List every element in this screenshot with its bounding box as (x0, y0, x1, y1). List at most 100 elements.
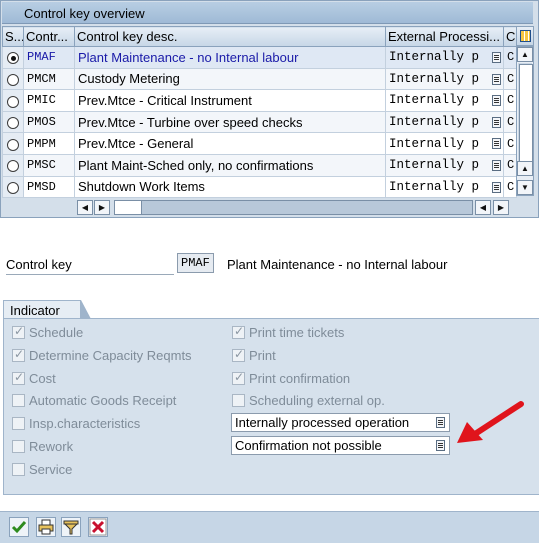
column-header-description[interactable]: Control key desc. (74, 26, 386, 47)
dropdown-icon[interactable] (436, 440, 445, 451)
dropdown-icon[interactable] (436, 417, 445, 428)
checkbox-cost[interactable]: Cost (12, 370, 56, 387)
row-radio[interactable] (7, 73, 19, 86)
column-header-confirmation[interactable]: C (503, 26, 517, 47)
confirmation-cell[interactable]: C (503, 46, 517, 69)
row-radio[interactable] (7, 138, 19, 151)
table-row[interactable]: PMAF Plant Maintenance - no Internal lab… (2, 46, 517, 69)
confirmation-cell[interactable]: C (503, 110, 517, 134)
confirmation-cell[interactable]: C (503, 175, 517, 199)
print-button[interactable] (36, 517, 56, 537)
checkbox-box[interactable] (12, 347, 25, 362)
scroll-track[interactable] (518, 63, 533, 175)
control-key-cell[interactable]: PMIC (23, 89, 75, 112)
external-processing-cell[interactable]: Internally p (385, 67, 504, 91)
column-header-select[interactable]: S... (2, 26, 24, 47)
table-row[interactable]: PMPM Prev.Mtce - General Internally p C (2, 132, 517, 155)
column-header-external-processing[interactable]: External Processi... (385, 26, 504, 47)
confirmation-cell[interactable]: C (503, 153, 517, 177)
scroll-left-fixed-button[interactable]: ◀ (77, 200, 93, 215)
external-processing-cell[interactable]: Internally p (385, 153, 504, 177)
checkbox-box[interactable] (232, 324, 245, 339)
control-key-cell[interactable]: PMSC (23, 153, 75, 177)
value-help-icon[interactable] (492, 159, 501, 171)
checkbox-box[interactable] (12, 440, 25, 453)
table-row[interactable]: PMSD Shutdown Work Items Internally p C (2, 175, 517, 199)
row-select-cell[interactable] (2, 46, 24, 69)
scroll-left-button[interactable]: ◀ (475, 200, 491, 215)
value-help-icon[interactable] (492, 116, 501, 128)
confirmation-cell[interactable]: C (503, 89, 517, 112)
control-key-cell[interactable]: PMCM (23, 67, 75, 91)
row-radio[interactable] (7, 95, 19, 108)
checkbox-print-confirmation[interactable]: Print confirmation (232, 370, 350, 387)
checkbox-box[interactable] (232, 370, 245, 385)
checkbox-automatic-goods-receipt[interactable]: Automatic Goods Receipt (12, 393, 176, 409)
scroll-up-small-button[interactable]: ▲ (517, 161, 533, 176)
external-processing-cell[interactable]: Internally p (385, 110, 504, 134)
vertical-scrollbar[interactable]: ▲ ▲ ▼ (516, 46, 534, 196)
filter-button[interactable] (61, 517, 81, 537)
value-help-icon[interactable] (492, 138, 501, 150)
horizontal-scroll-thumb[interactable] (115, 201, 142, 214)
row-radio[interactable] (7, 160, 19, 173)
value-help-icon[interactable] (492, 95, 501, 107)
control-key-cell[interactable]: PMAF (23, 46, 75, 69)
checkbox-box[interactable] (12, 370, 25, 385)
row-select-cell[interactable] (2, 67, 24, 91)
value-help-icon[interactable] (492, 52, 501, 63)
description-cell[interactable]: Prev.Mtce - General (74, 132, 386, 155)
description-cell[interactable]: Custody Metering (74, 67, 386, 91)
table-row[interactable]: PMIC Prev.Mtce - Critical Instrument Int… (2, 89, 517, 112)
checkbox-insp-characteristics[interactable]: Insp.characteristics (12, 416, 140, 432)
control-key-cell[interactable]: PMPM (23, 132, 75, 155)
checkbox-box[interactable] (12, 417, 25, 430)
checkbox-box[interactable] (12, 394, 25, 407)
checkbox-print-time-tickets[interactable]: Print time tickets (232, 324, 344, 341)
external-processing-cell[interactable]: Internally p (385, 46, 504, 69)
confirmation-dropdown[interactable]: Confirmation not possible (231, 436, 450, 455)
external-processing-cell[interactable]: Internally p (385, 175, 504, 199)
checkbox-schedule[interactable]: Schedule (12, 324, 83, 341)
table-row[interactable]: PMCM Custody Metering Internally p C (2, 67, 517, 91)
checkbox-print[interactable]: Print (232, 347, 276, 364)
checkbox-rework[interactable]: Rework (12, 439, 73, 455)
scroll-thumb[interactable] (519, 64, 533, 162)
checkbox-service[interactable]: Service (12, 462, 72, 478)
scroll-right-button[interactable]: ▶ (493, 200, 509, 215)
table-settings-button[interactable] (516, 26, 534, 46)
checkbox-box[interactable] (12, 324, 25, 339)
description-cell[interactable]: Plant Maint-Sched only, no confirmations (74, 153, 386, 177)
control-key-cell[interactable]: PMOS (23, 110, 75, 134)
checkbox-determine-capacity[interactable]: Determine Capacity Reqmts (12, 347, 192, 364)
checkbox-box[interactable] (232, 394, 245, 407)
control-key-cell[interactable]: PMSD (23, 175, 75, 199)
row-select-cell[interactable] (2, 175, 24, 199)
confirm-button[interactable] (9, 517, 29, 537)
cancel-button[interactable] (88, 517, 108, 537)
external-processing-dropdown[interactable]: Internally processed operation (231, 413, 450, 432)
row-radio[interactable] (7, 181, 19, 194)
scroll-up-button[interactable]: ▲ (517, 47, 533, 62)
scroll-down-button[interactable]: ▼ (517, 180, 533, 195)
confirmation-cell[interactable]: C (503, 67, 517, 91)
row-select-cell[interactable] (2, 89, 24, 112)
table-row[interactable]: PMOS Prev.Mtce - Turbine over speed chec… (2, 110, 517, 134)
value-help-icon[interactable] (492, 181, 501, 193)
description-cell[interactable]: Prev.Mtce - Turbine over speed checks (74, 110, 386, 134)
external-processing-cell[interactable]: Internally p (385, 132, 504, 155)
description-cell[interactable]: Prev.Mtce - Critical Instrument (74, 89, 386, 112)
scroll-right-fixed-button[interactable]: ▶ (94, 200, 110, 215)
external-processing-cell[interactable]: Internally p (385, 89, 504, 112)
value-help-icon[interactable] (492, 73, 501, 85)
row-select-cell[interactable] (2, 110, 24, 134)
description-cell[interactable]: Plant Maintenance - no Internal labour (74, 46, 386, 69)
row-radio[interactable] (7, 117, 19, 130)
column-header-control-key[interactable]: Contr... (23, 26, 75, 47)
row-select-cell[interactable] (2, 153, 24, 177)
table-row[interactable]: PMSC Plant Maint-Sched only, no confirma… (2, 153, 517, 177)
checkbox-box[interactable] (232, 347, 245, 362)
checkbox-box[interactable] (12, 463, 25, 476)
row-select-cell[interactable] (2, 132, 24, 155)
row-radio[interactable] (7, 52, 19, 65)
